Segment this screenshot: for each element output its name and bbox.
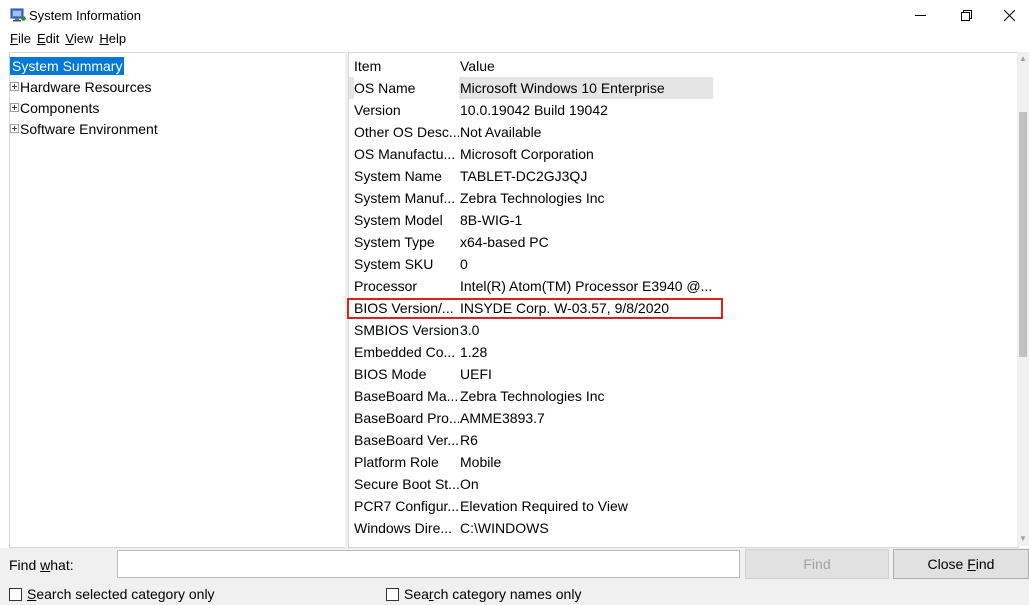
category-tree[interactable]: System Summary Hardware Resources Compon… (9, 52, 346, 548)
menu-view[interactable]: View (61, 30, 95, 48)
tree-item-hardware-resources[interactable]: Hardware Resources (10, 78, 152, 96)
row-value-cell: TABLET-DC2GJ3QJ (460, 168, 588, 184)
scroll-up-icon[interactable]: ▲ (1017, 52, 1029, 66)
minimize-button[interactable] (897, 0, 943, 30)
row-value-cell: R6 (460, 432, 478, 448)
checkbox-label: Search selected category only (27, 586, 215, 602)
checkbox-label: Search category names only (404, 586, 582, 602)
expand-icon[interactable] (10, 124, 19, 133)
row-item-cell: BaseBoard Pro... (354, 410, 459, 426)
column-header-item[interactable]: Item (354, 55, 459, 77)
row-item-cell: BaseBoard Ma... (354, 388, 459, 404)
row-value-cell: 0 (460, 256, 468, 272)
find-what-label: Find what: (9, 557, 74, 573)
row-item-cell: Other OS Desc... (354, 124, 459, 140)
row-value-cell: Mobile (460, 454, 502, 470)
restore-button[interactable] (943, 0, 989, 30)
row-value-cell: Microsoft Windows 10 Enterprise (460, 80, 665, 96)
row-value-cell: UEFI (460, 366, 492, 382)
expand-icon[interactable] (10, 103, 19, 112)
row-item-cell: Platform Role (354, 454, 439, 470)
search-selected-category-checkbox[interactable]: Search selected category only (9, 586, 215, 602)
row-item-cell: OS Name (354, 77, 459, 99)
row-item-cell: System Type (354, 234, 435, 250)
row-item-cell: System Manuf... (354, 190, 456, 206)
tree-item-system-summary[interactable]: System Summary (10, 57, 125, 75)
row-value-cell: Not Available (460, 124, 542, 140)
tree-item-software-environment[interactable]: Software Environment (10, 120, 158, 138)
expand-icon[interactable] (10, 82, 19, 91)
annotation-highlight-box (347, 298, 723, 319)
row-item-cell: PCR7 Configur... (354, 498, 459, 514)
row-value-cell: Zebra Technologies Inc (460, 388, 605, 404)
row-item-cell: Processor (354, 278, 418, 294)
row-item-cell: System Model (354, 212, 443, 228)
row-item-cell: SMBIOS Version (354, 322, 459, 338)
window-title: System Information (29, 8, 141, 23)
row-value-cell: C:\WINDOWS (460, 520, 549, 536)
row-item-cell: Version (354, 102, 401, 118)
vertical-scrollbar[interactable]: ▲ ▼ (1017, 52, 1029, 546)
menu-help[interactable]: Help (95, 30, 128, 48)
row-value-cell: Intel(R) Atom(TM) Processor E3940 @... (460, 278, 713, 294)
row-item-cell: OS Manufactu... (354, 146, 456, 162)
row-item-cell: Windows Dire... (354, 520, 453, 536)
find-what-input[interactable] (117, 550, 740, 578)
row-value-cell: AMME3893.7 (460, 410, 545, 426)
row-value-cell: 3.0 (460, 322, 480, 338)
close-icon (1003, 9, 1015, 21)
find-button[interactable]: Find (745, 549, 889, 579)
scrollbar-thumb[interactable] (1019, 112, 1027, 357)
close-find-button[interactable]: Close Find (893, 549, 1029, 579)
menu-file[interactable]: File (0, 30, 33, 48)
row-value-cell: 10.0.19042 Build 19042 (460, 102, 608, 118)
menu-edit[interactable]: Edit (33, 30, 61, 48)
row-item-cell: BIOS Mode (354, 366, 427, 382)
minimize-icon (914, 14, 926, 16)
find-bar: Find what: Find Close Find Search select… (0, 548, 1029, 605)
row-item-cell: Embedded Co... (354, 344, 456, 360)
system-information-icon (10, 8, 26, 22)
row-value-cell: 1.28 (460, 344, 488, 360)
row-value-cell: Elevation Required to View (460, 498, 628, 514)
column-header-value[interactable]: Value (460, 55, 495, 77)
scroll-down-icon[interactable]: ▼ (1017, 532, 1029, 546)
row-item-cell: Secure Boot St... (354, 476, 459, 492)
checkbox-icon[interactable] (9, 587, 22, 601)
row-item-cell: System SKU (354, 256, 434, 272)
close-button[interactable] (989, 0, 1029, 30)
row-value-cell: x64-based PC (460, 234, 549, 250)
table-row[interactable]: OS Name Microsoft Windows 10 Enterprise (349, 77, 713, 99)
row-value-cell: 8B-WIG-1 (460, 212, 523, 228)
row-value-cell: Microsoft Corporation (460, 146, 594, 162)
row-item-cell: BaseBoard Ver... (354, 432, 459, 448)
title-bar: System Information (0, 0, 1029, 30)
row-value-cell: Zebra Technologies Inc (460, 190, 605, 206)
row-item-cell: System Name (354, 168, 442, 184)
tree-item-components[interactable]: Components (10, 99, 99, 117)
restore-icon (960, 9, 972, 21)
search-category-names-checkbox[interactable]: Search category names only (386, 586, 581, 602)
checkbox-icon[interactable] (386, 587, 399, 601)
menu-bar: File Edit View Help (0, 30, 128, 48)
row-value-cell: On (460, 476, 479, 492)
